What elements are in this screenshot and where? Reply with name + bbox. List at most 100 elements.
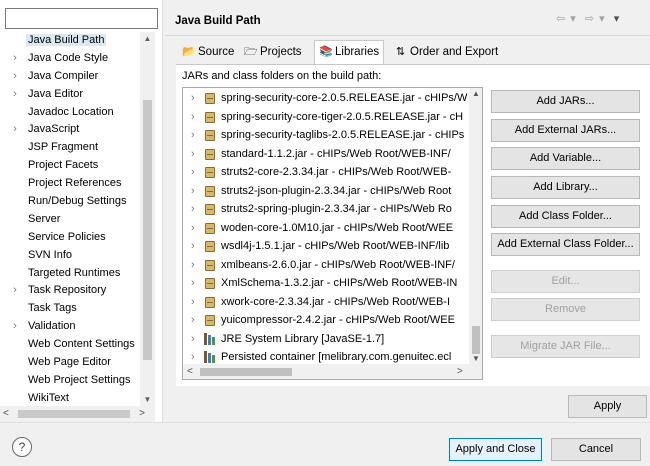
tab-order-and-export[interactable]: ⇅ Order and Export bbox=[390, 42, 502, 64]
list-item[interactable]: › JRE System Library [JavaSE-1.7] bbox=[183, 330, 469, 349]
add-jars-button[interactable]: Add JARs... bbox=[491, 90, 640, 113]
add-library-button[interactable]: Add Library... bbox=[491, 176, 640, 199]
sidebar-horizontal-scrollbar[interactable]: < > bbox=[0, 406, 155, 422]
list-item-label: xmlbeans-2.6.0.jar - cHIPs/Web Root/WEB-… bbox=[221, 258, 455, 271]
sidebar-item[interactable]: WikiText bbox=[0, 390, 140, 406]
page-title: Java Build Path bbox=[175, 15, 261, 27]
sidebar-item-label: JavaScript bbox=[28, 123, 80, 136]
add-variable-button[interactable]: Add Variable... bbox=[491, 147, 640, 170]
tab-projects[interactable]: 🗁 Projects bbox=[240, 42, 306, 64]
sidebar-item[interactable]: Server bbox=[0, 211, 140, 229]
apply-and-close-button[interactable]: Apply and Close bbox=[449, 438, 542, 461]
jar-icon bbox=[205, 204, 215, 215]
list-item[interactable]: › xwork-core-2.3.34.jar - cHIPs/Web Root/… bbox=[183, 293, 469, 312]
chevron-right-icon[interactable]: › bbox=[191, 200, 195, 219]
sidebar-item[interactable]: Task Tags bbox=[0, 300, 140, 318]
list-item[interactable]: › Persisted container [melibrary.com.genu… bbox=[183, 348, 469, 365]
list-item[interactable]: › struts2-json-plugin-2.3.34.jar - cHIPs/… bbox=[183, 182, 469, 201]
sidebar-vertical-scrollbar[interactable]: ▲ ▼ bbox=[140, 32, 155, 406]
sidebar-item[interactable]: Service Policies bbox=[0, 229, 140, 247]
sidebar-item-label: Web Project Settings bbox=[28, 373, 131, 386]
forward-arrow-icon[interactable]: ⇨ ▾ bbox=[585, 13, 606, 25]
list-hscroll-thumb[interactable] bbox=[200, 368, 292, 376]
chevron-right-icon[interactable]: › bbox=[191, 219, 195, 238]
chevron-right-icon[interactable]: › bbox=[191, 237, 195, 256]
sidebar-item[interactable]: › Task Repository bbox=[0, 282, 140, 300]
remove-button[interactable]: Remove bbox=[491, 298, 640, 321]
chevron-right-icon[interactable]: › bbox=[191, 348, 195, 365]
list-item[interactable]: › standard-1.1.2.jar - cHIPs/Web Root/WEB… bbox=[183, 145, 469, 164]
sidebar-item[interactable]: Web Page Editor bbox=[0, 354, 140, 372]
chevron-right-icon[interactable]: › bbox=[10, 50, 20, 68]
chevron-right-icon[interactable]: › bbox=[10, 86, 20, 104]
tab-libraries[interactable]: 📚 Libraries bbox=[314, 40, 385, 64]
sidebar-hscroll-thumb[interactable] bbox=[18, 410, 130, 418]
chevron-right-icon[interactable]: › bbox=[10, 121, 20, 139]
list-item[interactable]: › struts2-spring-plugin-2.3.34.jar - cHIP… bbox=[183, 200, 469, 219]
list-item[interactable]: › spring-security-taglibs-2.0.5.RELEASE.j… bbox=[183, 126, 469, 145]
sidebar-item[interactable]: › JavaScript bbox=[0, 121, 140, 139]
edit-button[interactable]: Edit... bbox=[491, 270, 640, 293]
sidebar-item[interactable]: › Validation bbox=[0, 318, 140, 336]
chevron-right-icon[interactable]: › bbox=[191, 182, 195, 201]
chevron-right-icon[interactable]: › bbox=[191, 145, 195, 164]
list-item[interactable]: › xmlbeans-2.6.0.jar - cHIPs/Web Root/WEB… bbox=[183, 256, 469, 275]
scroll-up-icon[interactable]: ▲ bbox=[140, 34, 155, 43]
chevron-right-icon[interactable]: › bbox=[10, 68, 20, 86]
chevron-right-icon[interactable]: › bbox=[191, 89, 195, 108]
sidebar-item[interactable]: Project References bbox=[0, 175, 140, 193]
list-vertical-scrollbar[interactable]: ▲ ▼ bbox=[469, 88, 482, 364]
back-arrow-icon[interactable]: ⇦ ▾ bbox=[556, 13, 577, 25]
sidebar-item[interactable]: Javadoc Location bbox=[0, 104, 140, 122]
chevron-right-icon[interactable]: › bbox=[191, 126, 195, 145]
list-item[interactable]: › struts2-core-2.3.34.jar - cHIPs/Web Roo… bbox=[183, 163, 469, 182]
sidebar-item[interactable]: Project Facets bbox=[0, 157, 140, 175]
chevron-right-icon[interactable]: › bbox=[191, 330, 195, 349]
cancel-button[interactable]: Cancel bbox=[551, 438, 641, 461]
sidebar-item[interactable]: › Java Editor bbox=[0, 86, 140, 104]
chevron-right-icon[interactable]: › bbox=[191, 311, 195, 330]
chevron-right-icon[interactable]: › bbox=[10, 318, 20, 336]
apply-button[interactable]: Apply bbox=[568, 395, 647, 418]
tab-source[interactable]: 📂 Source bbox=[178, 42, 238, 64]
list-scroll-thumb[interactable] bbox=[472, 326, 480, 354]
scroll-down-icon[interactable]: ▼ bbox=[469, 354, 482, 363]
chevron-right-icon[interactable]: › bbox=[191, 293, 195, 312]
list-item[interactable]: › XmlSchema-1.3.2.jar - cHIPs/Web Root/WE… bbox=[183, 274, 469, 293]
sidebar-item[interactable]: JSP Fragment bbox=[0, 139, 140, 157]
chevron-right-icon[interactable]: › bbox=[191, 163, 195, 182]
scroll-left-icon[interactable]: < bbox=[3, 408, 9, 419]
sidebar-item[interactable]: Targeted Runtimes bbox=[0, 265, 140, 283]
sidebar-item-label: Task Tags bbox=[28, 302, 77, 315]
sidebar-item[interactable]: Java Build Path bbox=[0, 32, 140, 50]
sidebar-item[interactable]: SVN Info bbox=[0, 247, 140, 265]
sidebar-item[interactable]: Run/Debug Settings bbox=[0, 193, 140, 211]
list-item[interactable]: › spring-security-core-2.0.5.RELEASE.jar … bbox=[183, 89, 469, 108]
filter-input[interactable] bbox=[5, 8, 158, 29]
scroll-left-icon[interactable]: < bbox=[187, 366, 193, 377]
list-item[interactable]: › yuicompressor-2.4.2.jar - cHIPs/Web Roo… bbox=[183, 311, 469, 330]
scroll-right-icon[interactable]: > bbox=[139, 408, 145, 419]
scroll-up-icon[interactable]: ▲ bbox=[469, 89, 482, 98]
chevron-right-icon[interactable]: › bbox=[191, 108, 195, 127]
view-menu-icon[interactable]: ▾ bbox=[614, 13, 621, 25]
help-icon[interactable]: ? bbox=[12, 437, 32, 457]
sidebar-scroll-thumb[interactable] bbox=[143, 100, 152, 360]
sidebar-item[interactable]: › Java Compiler bbox=[0, 68, 140, 86]
chevron-right-icon[interactable]: › bbox=[191, 256, 195, 275]
add-external-class-folder-button[interactable]: Add External Class Folder... bbox=[491, 233, 640, 256]
sidebar-item[interactable]: › Java Code Style bbox=[0, 50, 140, 68]
sidebar-item[interactable]: Web Content Settings bbox=[0, 336, 140, 354]
add-external-jars-button[interactable]: Add External JARs... bbox=[491, 119, 640, 142]
chevron-right-icon[interactable]: › bbox=[10, 282, 20, 300]
list-item[interactable]: › wsdl4j-1.5.1.jar - cHIPs/Web Root/WEB-I… bbox=[183, 237, 469, 256]
add-class-folder-button[interactable]: Add Class Folder... bbox=[491, 205, 640, 228]
list-item[interactable]: › spring-security-core-tiger-2.0.5.RELEAS… bbox=[183, 108, 469, 127]
scroll-right-icon[interactable]: > bbox=[457, 366, 463, 377]
scroll-down-icon[interactable]: ▼ bbox=[140, 395, 155, 404]
chevron-right-icon[interactable]: › bbox=[191, 274, 195, 293]
list-horizontal-scrollbar[interactable]: < > bbox=[183, 364, 482, 379]
list-item[interactable]: › woden-core-1.0M10.jar - cHIPs/Web Root/… bbox=[183, 219, 469, 238]
migrate-jar-button[interactable]: Migrate JAR File... bbox=[491, 335, 640, 358]
sidebar-item[interactable]: Web Project Settings bbox=[0, 372, 140, 390]
